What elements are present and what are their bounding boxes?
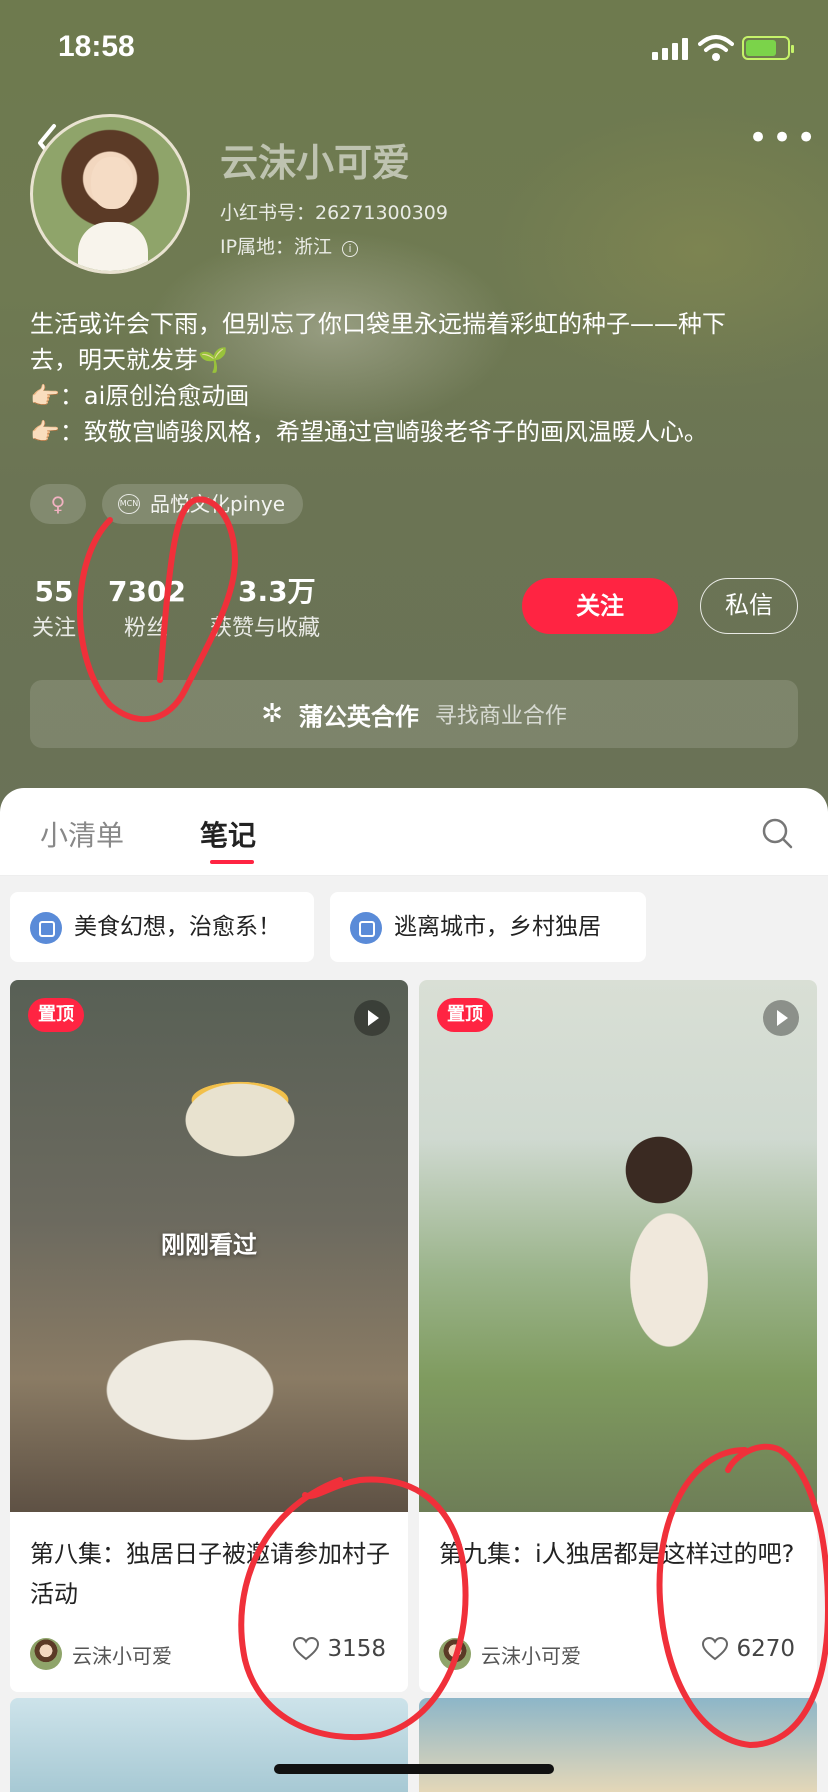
dandelion-icon: ✲ [261, 699, 283, 729]
stat-followers[interactable]: 7302 粉丝 [108, 572, 186, 646]
note-cover-image[interactable] [419, 1698, 817, 1792]
author-name: 云沫小可爱 [72, 1643, 172, 1668]
like-button[interactable]: 6270 [702, 1636, 795, 1662]
note-author[interactable]: 云沫小可爱 [30, 1638, 172, 1670]
bio-line: 👉🏻：ai原创治愈动画 [30, 382, 250, 410]
note-cover-image[interactable] [10, 1698, 408, 1792]
org-tag[interactable]: MCN 品悦文化pinye [102, 484, 304, 524]
profile-bio: 生活或许会下雨，但别忘了你口袋里永远揣着彩虹的种子——种下 去，明天就发芽🌱 👉… [30, 306, 800, 450]
recently-viewed-label: 刚刚看过 [161, 1231, 257, 1259]
likes-count: 3.3万 [238, 575, 316, 608]
bio-line: 生活或许会下雨，但别忘了你口袋里永远揣着彩虹的种子——种下 [30, 310, 726, 338]
signal-icon [652, 38, 688, 60]
collection-label: 逃离城市，乡村独居 [394, 914, 601, 940]
mcn-logo-icon: MCN [118, 494, 140, 514]
bio-line: 去，明天就发芽🌱 [30, 346, 228, 374]
tab-notes[interactable]: 笔记 [200, 814, 256, 854]
heart-icon [702, 1637, 729, 1661]
tab-list[interactable]: 小清单 [40, 814, 124, 854]
author-avatar [30, 1638, 62, 1670]
collection-label: 美食幻想，治愈系！ [74, 914, 281, 940]
stat-following[interactable]: 55 关注 [30, 572, 78, 646]
info-icon[interactable]: i [342, 241, 359, 257]
cooperation-title: 蒲公英合作 [298, 702, 419, 731]
note-card-body: 第九集：i人独居都是这样过的吧? 云沫小可爱 6270 [419, 1512, 817, 1692]
gender-tag: ♀ [30, 484, 86, 524]
active-tab-indicator [210, 860, 254, 864]
author-name: 云沫小可爱 [481, 1643, 581, 1668]
note-author[interactable]: 云沫小可爱 [439, 1638, 581, 1670]
status-time: 18:58 [58, 30, 135, 63]
bio-line: 👉🏻：致敬宫崎骏风格，希望通过宫崎骏老爷子的画风温暖人心。 [30, 418, 708, 446]
followers-count: 7302 [108, 575, 186, 608]
follow-button[interactable]: 关注 [522, 578, 678, 634]
following-count: 55 [34, 575, 74, 608]
likes-label: 获赞与收藏 [210, 616, 321, 641]
home-indicator[interactable] [274, 1764, 554, 1774]
note-card[interactable]: 置顶 刚刚看过 第八集：独居日子被邀请参加村子活动 云沫小可爱 3158 [10, 980, 408, 1692]
ip-location-text: IP属地：浙江 [220, 236, 333, 258]
note-cover-image[interactable] [419, 980, 817, 1512]
like-button[interactable]: 3158 [293, 1636, 386, 1662]
red-id: 小红书号：26271300309 [220, 202, 448, 224]
play-icon [354, 1000, 390, 1036]
profile-name: 云沫小可爱 [220, 141, 411, 185]
cooperation-subtitle: 寻找商业合作 [434, 704, 567, 729]
note-card[interactable]: 置顶 第九集：i人独居都是这样过的吧? 云沫小可爱 6270 [419, 980, 817, 1692]
org-tag-label: 品悦文化pinye [150, 492, 286, 516]
like-count: 3158 [327, 1636, 386, 1662]
status-bar: 18:58 [0, 0, 828, 100]
like-count: 6270 [736, 1636, 795, 1662]
message-button[interactable]: 私信 [700, 578, 798, 634]
note-title[interactable]: 第九集：i人独居都是这样过的吧? [439, 1534, 799, 1574]
pinned-badge: 置顶 [437, 998, 493, 1032]
collection-chip[interactable]: 美食幻想，治愈系！ [10, 892, 314, 962]
collection-icon [30, 912, 62, 944]
stat-likes[interactable]: 3.3万 获赞与收藏 [210, 572, 334, 646]
collection-icon [350, 912, 382, 944]
following-label: 关注 [31, 616, 76, 641]
battery-icon [742, 36, 794, 60]
search-icon[interactable] [760, 816, 794, 850]
content-panel: 小清单 笔记 美食幻想，治愈系！ 逃离城市，乡村独居 置顶 刚刚看过 第八集：独… [0, 788, 828, 1792]
note-card-body: 第八集：独居日子被邀请参加村子活动 云沫小可爱 3158 [10, 1512, 408, 1692]
pinned-badge: 置顶 [28, 998, 84, 1032]
more-icon[interactable]: ••• [748, 121, 816, 158]
note-title[interactable]: 第八集：独居日子被邀请参加村子活动 [30, 1534, 390, 1614]
cooperation-bar[interactable]: ✲ 蒲公英合作 寻找商业合作 [30, 680, 798, 748]
play-icon [763, 1000, 799, 1036]
author-avatar [439, 1638, 471, 1670]
followers-label: 粉丝 [123, 616, 168, 641]
ip-location: IP属地：浙江 i [220, 232, 359, 259]
wifi-icon [698, 35, 734, 61]
collection-chip[interactable]: 逃离城市，乡村独居 [330, 892, 646, 962]
heart-icon [293, 1637, 320, 1661]
tab-bar: 小清单 笔记 [0, 788, 828, 876]
avatar[interactable] [30, 114, 190, 274]
